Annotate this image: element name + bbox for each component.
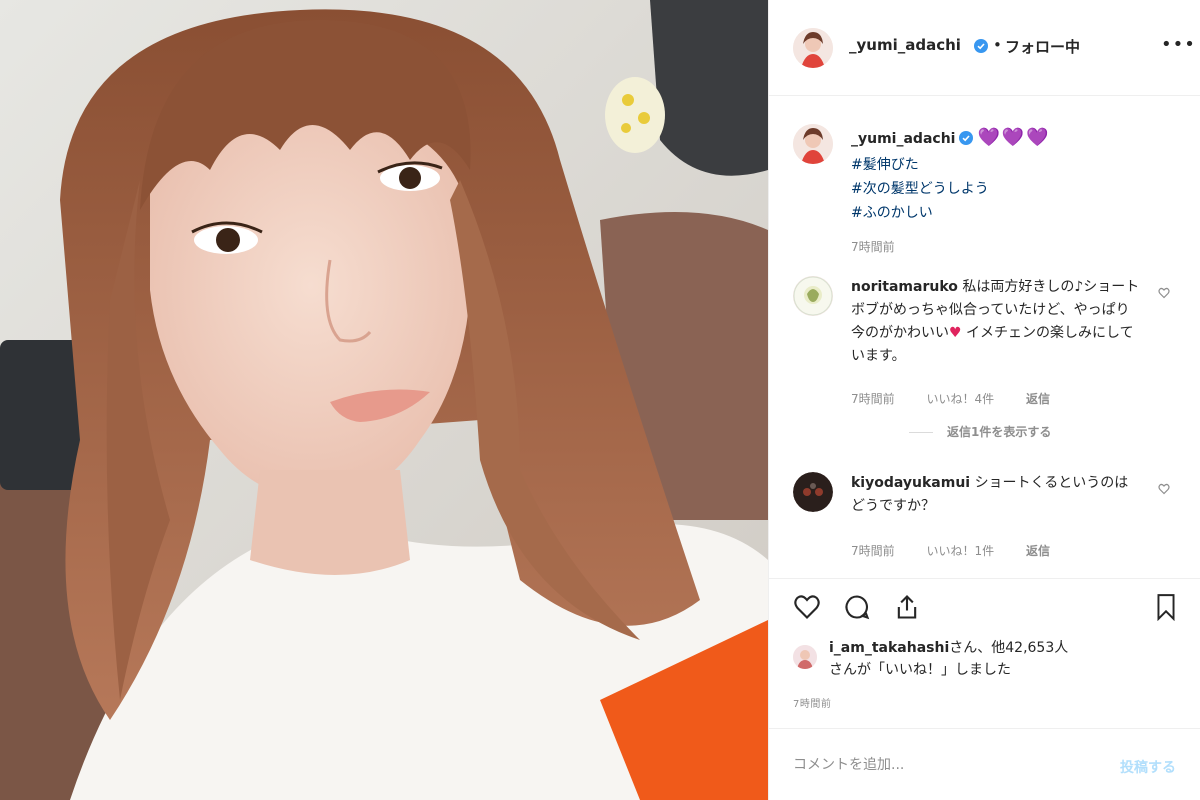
avatar[interactable] [793, 124, 833, 164]
comment-text: kiyodayukamui ショートくるというのはどうですか？ [851, 475, 1129, 514]
comment-username[interactable]: kiyodayukamui [851, 475, 970, 491]
action-bar: i_am_takahashiさん、他42,653人 さんが「いいね！」しました … [769, 578, 1200, 718]
comment-likes[interactable]: いいね！4件 [926, 392, 994, 406]
hashtag-link[interactable]: #ふのかしい [851, 201, 1171, 225]
red-heart-emoji: ♥ [949, 325, 962, 341]
header-username[interactable]: _yumi_adachi [849, 36, 961, 54]
comment-input[interactable] [793, 753, 1093, 777]
comment-username[interactable]: noritamaruko [851, 279, 958, 295]
comment-text: noritamaruko 私は両方好きしの♪ショートボブがめっちゃ似合っていたけ… [851, 279, 1140, 364]
avatar[interactable] [793, 28, 833, 68]
avatar[interactable] [793, 276, 833, 316]
reply-button[interactable]: 返信 [1026, 392, 1050, 406]
purple-hearts-emoji: 💜💜💜 [977, 127, 1051, 148]
hashtag-link[interactable]: #次の髪型どうしよう [851, 177, 1171, 201]
hashtag-link[interactable]: #髪伸びた [851, 153, 1171, 177]
post-header: _yumi_adachi • フォロー中 ••• [769, 0, 1200, 96]
bookmark-icon[interactable] [1153, 593, 1179, 625]
avatar[interactable] [793, 472, 833, 512]
heart-outline-icon[interactable] [1158, 284, 1170, 303]
comment-likes[interactable]: いいね！1件 [926, 544, 994, 558]
view-replies-button[interactable]: 返信1件を表示する [909, 423, 1051, 440]
comment-meta: 7時間前 いいね！1件 返信 [851, 542, 1078, 559]
comment-time: 7時間前 [851, 544, 895, 558]
share-icon[interactable] [893, 593, 921, 625]
following-button[interactable]: フォロー中 [1005, 36, 1080, 57]
add-comment-bar: 投稿する [769, 728, 1200, 800]
selfie-image [0, 0, 768, 800]
verified-icon [974, 38, 988, 57]
caption-username[interactable]: _yumi_adachi [851, 131, 955, 147]
post-time: 7時間前 [793, 699, 832, 710]
header-separator: • [993, 36, 1002, 54]
likes-count[interactable]: さん、他42,653人 [949, 640, 1068, 656]
comment-icon[interactable] [843, 593, 871, 625]
post-detail-panel: _yumi_adachi • フォロー中 ••• _yumi_adachi 💜💜💜… [768, 0, 1200, 800]
post-photo[interactable] [0, 0, 768, 800]
heart-outline-icon[interactable] [1158, 480, 1170, 499]
likes-text: さんが「いいね！」しました [829, 662, 1011, 678]
more-icon[interactable]: ••• [1161, 34, 1196, 55]
liker-username[interactable]: i_am_takahashi [829, 640, 949, 656]
reply-button[interactable]: 返信 [1026, 544, 1050, 558]
post-comment-button[interactable]: 投稿する [1120, 757, 1176, 777]
verified-icon [959, 129, 974, 153]
caption-time: 7時間前 [851, 240, 895, 254]
heart-outline-icon[interactable] [793, 593, 821, 625]
comment-time: 7時間前 [851, 392, 895, 406]
comment-meta: 7時間前 いいね！4件 返信 [851, 390, 1078, 407]
avatar[interactable] [793, 645, 817, 669]
